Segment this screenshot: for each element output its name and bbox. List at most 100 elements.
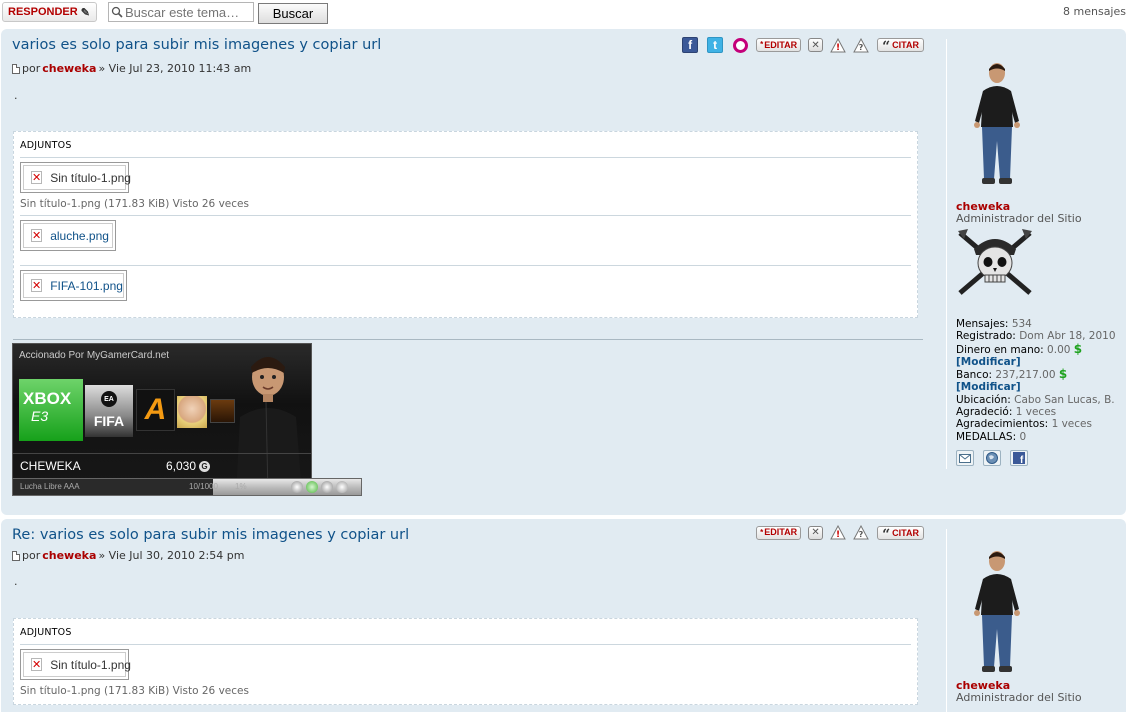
gamercard-signature[interactable]: Accionado Por MyGamerCard.net XBOX E3 EA F… <box>12 343 312 495</box>
gamercard-divider <box>13 453 311 454</box>
edit-button[interactable]: * EDITAR <box>756 38 802 52</box>
gamer-avatar-icon <box>236 357 302 494</box>
post-date: » Vie Jul 23, 2010 11:43 am <box>98 62 252 75</box>
broken-image-icon: ✕ <box>31 658 43 671</box>
signature-divider <box>13 339 923 340</box>
email-button[interactable] <box>956 450 974 466</box>
report-button[interactable]: ! <box>830 37 846 53</box>
ea-logo-icon: EA <box>101 391 117 407</box>
search-box <box>108 2 254 22</box>
report-button[interactable]: ! <box>830 525 846 540</box>
post-title[interactable]: varios es solo para subir mis imagenes y… <box>12 37 381 53</box>
stat-thanked-label: Agradeció: <box>956 406 1013 419</box>
search-input[interactable] <box>125 4 251 20</box>
modify-bank-link[interactable]: [Modificar] <box>956 381 1126 393</box>
reply-button-label: RESPONDER <box>8 6 78 18</box>
attachment-name: aluche.png <box>50 228 109 243</box>
xbox-tile-label: XBOX <box>23 389 72 408</box>
profile-rank: Administrador del Sitio <box>956 212 1082 225</box>
user-avatar-icon[interactable] <box>969 547 1025 675</box>
xbox-tile-sub: E3 <box>31 408 49 424</box>
post-author[interactable]: cheweka <box>42 62 96 75</box>
post-meta: por cheweka » Vie Jul 23, 2010 11:43 am <box>12 62 251 75</box>
attachments-box: ADJUNTOS ✕ Sin título-1.png Sin título-1.… <box>13 131 918 318</box>
attachment-info: Sin título-1.png (171.83 KiB) Visto 26 v… <box>20 198 249 210</box>
quote-button[interactable]: “CITAR <box>877 525 924 543</box>
attachment-item[interactable]: ✕ Sin título-1.png <box>20 162 131 193</box>
search-button[interactable]: Buscar <box>258 3 328 24</box>
quote-icon: “ <box>882 526 891 543</box>
game-tile-portrait <box>177 396 207 428</box>
gamercard-header: Accionado Por MyGamerCard.net <box>19 350 170 361</box>
broken-image-icon: ✕ <box>31 229 43 242</box>
post-author[interactable]: cheweka <box>42 549 96 562</box>
modify-bank-label: [Modificar] <box>956 381 1021 394</box>
facebook-share-button[interactable]: f <box>681 36 699 54</box>
gamercard-status: Lucha Libre AAA <box>20 482 80 491</box>
delete-button[interactable]: ✕ <box>808 38 824 52</box>
user-avatar-icon[interactable] <box>969 59 1025 187</box>
attachment-item[interactable]: ✕ aluche.png <box>20 220 116 251</box>
warning-icon: ! <box>830 37 846 53</box>
website-button[interactable] <box>983 450 1001 466</box>
delete-button[interactable]: ✕ <box>808 525 824 540</box>
attachments-title: ADJUNTOS <box>20 140 72 151</box>
modify-cash-link[interactable]: [Modificar] <box>956 356 1126 368</box>
stat-posts: Mensajes: 534 <box>956 318 1126 330</box>
quote-label: CITAR <box>892 527 919 538</box>
pirate-skull-rank-icon <box>958 229 1032 295</box>
svg-text:?: ? <box>859 530 864 539</box>
twitter-icon: t <box>707 37 724 53</box>
info-button[interactable]: ? <box>853 37 869 53</box>
stat-posts-label: Mensajes: <box>956 318 1009 330</box>
orkut-share-button[interactable] <box>731 36 749 54</box>
gamerscore-icon: G <box>199 460 211 472</box>
post-by-label: por <box>22 62 41 75</box>
stat-registered: Registrado: Dom Abr 18, 2010 <box>956 330 1126 342</box>
gamercard-percent: 1% <box>235 482 247 491</box>
pencil-icon: ✎ <box>80 6 90 19</box>
post-actions: f t * EDITAR ✕ ! ? “CITAR <box>681 36 924 54</box>
gamercard-achievements: 10/1000 <box>189 482 218 491</box>
stat-thanked-value: 1 veces <box>1015 406 1057 419</box>
stat-location-value: Cabo San Lucas, B. <box>1014 393 1115 406</box>
svg-text:!: ! <box>836 530 840 540</box>
broken-image-icon: ✕ <box>31 171 43 184</box>
reply-button[interactable]: RESPONDER ✎ <box>2 2 97 22</box>
post-by-label: por <box>22 549 41 562</box>
edit-star-icon: * <box>760 40 764 49</box>
question-icon: ? <box>853 37 869 52</box>
quote-button[interactable]: “CITAR <box>877 38 924 54</box>
edit-button[interactable]: * EDITAR <box>756 525 802 540</box>
info-button[interactable]: ? <box>853 525 869 540</box>
dollar-icon: $ <box>1058 367 1068 382</box>
game-tile-a: A <box>136 389 175 431</box>
topic-toolbar: RESPONDER ✎ Buscar 8 mensajes <box>0 0 1126 26</box>
attachments-box: ADJUNTOS ✕ Sin título-1.png Sin título-1.… <box>13 618 918 705</box>
post-link-icon[interactable] <box>12 63 20 74</box>
gamerscore: 6,030 G <box>166 459 211 473</box>
post-title[interactable]: Re: varios es solo para subir mis imagen… <box>12 527 409 543</box>
twitter-share-button[interactable]: t <box>706 36 724 54</box>
post-link-icon[interactable] <box>12 550 20 561</box>
gamerscore-value: 6,030 <box>166 459 197 473</box>
globe-icon <box>986 452 998 464</box>
attachment-name: FIFA-101.png <box>50 278 123 293</box>
stat-cash-value: 0.00 <box>1047 343 1071 356</box>
post-date: » Vie Jul 30, 2010 2:54 pm <box>98 549 245 562</box>
gamercard-status-bar: Lucha Libre AAA 10/1000 1% <box>12 478 362 496</box>
facebook-profile-button[interactable]: f <box>1010 450 1028 466</box>
facebook-icon: f <box>682 37 699 53</box>
gamertag: CHEWEKA <box>20 459 81 473</box>
divider <box>20 215 911 216</box>
profile-rank: Administrador del Sitio <box>956 691 1082 704</box>
author-profile: cheweka Administrador del Sitio Mensajes… <box>946 39 1126 469</box>
divider <box>20 157 911 158</box>
author-profile: cheweka Administrador del Sitio <box>946 529 1126 712</box>
stat-thanked: Agradeció: 1 veces <box>956 406 1126 418</box>
broken-image-icon: ✕ <box>31 279 43 292</box>
attachment-item[interactable]: ✕ Sin título-1.png <box>20 649 131 680</box>
message-count: 8 mensajes <box>1063 5 1126 18</box>
attachment-item[interactable]: ✕ FIFA-101.png <box>20 270 127 301</box>
modify-cash-label: [Modificar] <box>956 355 1021 368</box>
